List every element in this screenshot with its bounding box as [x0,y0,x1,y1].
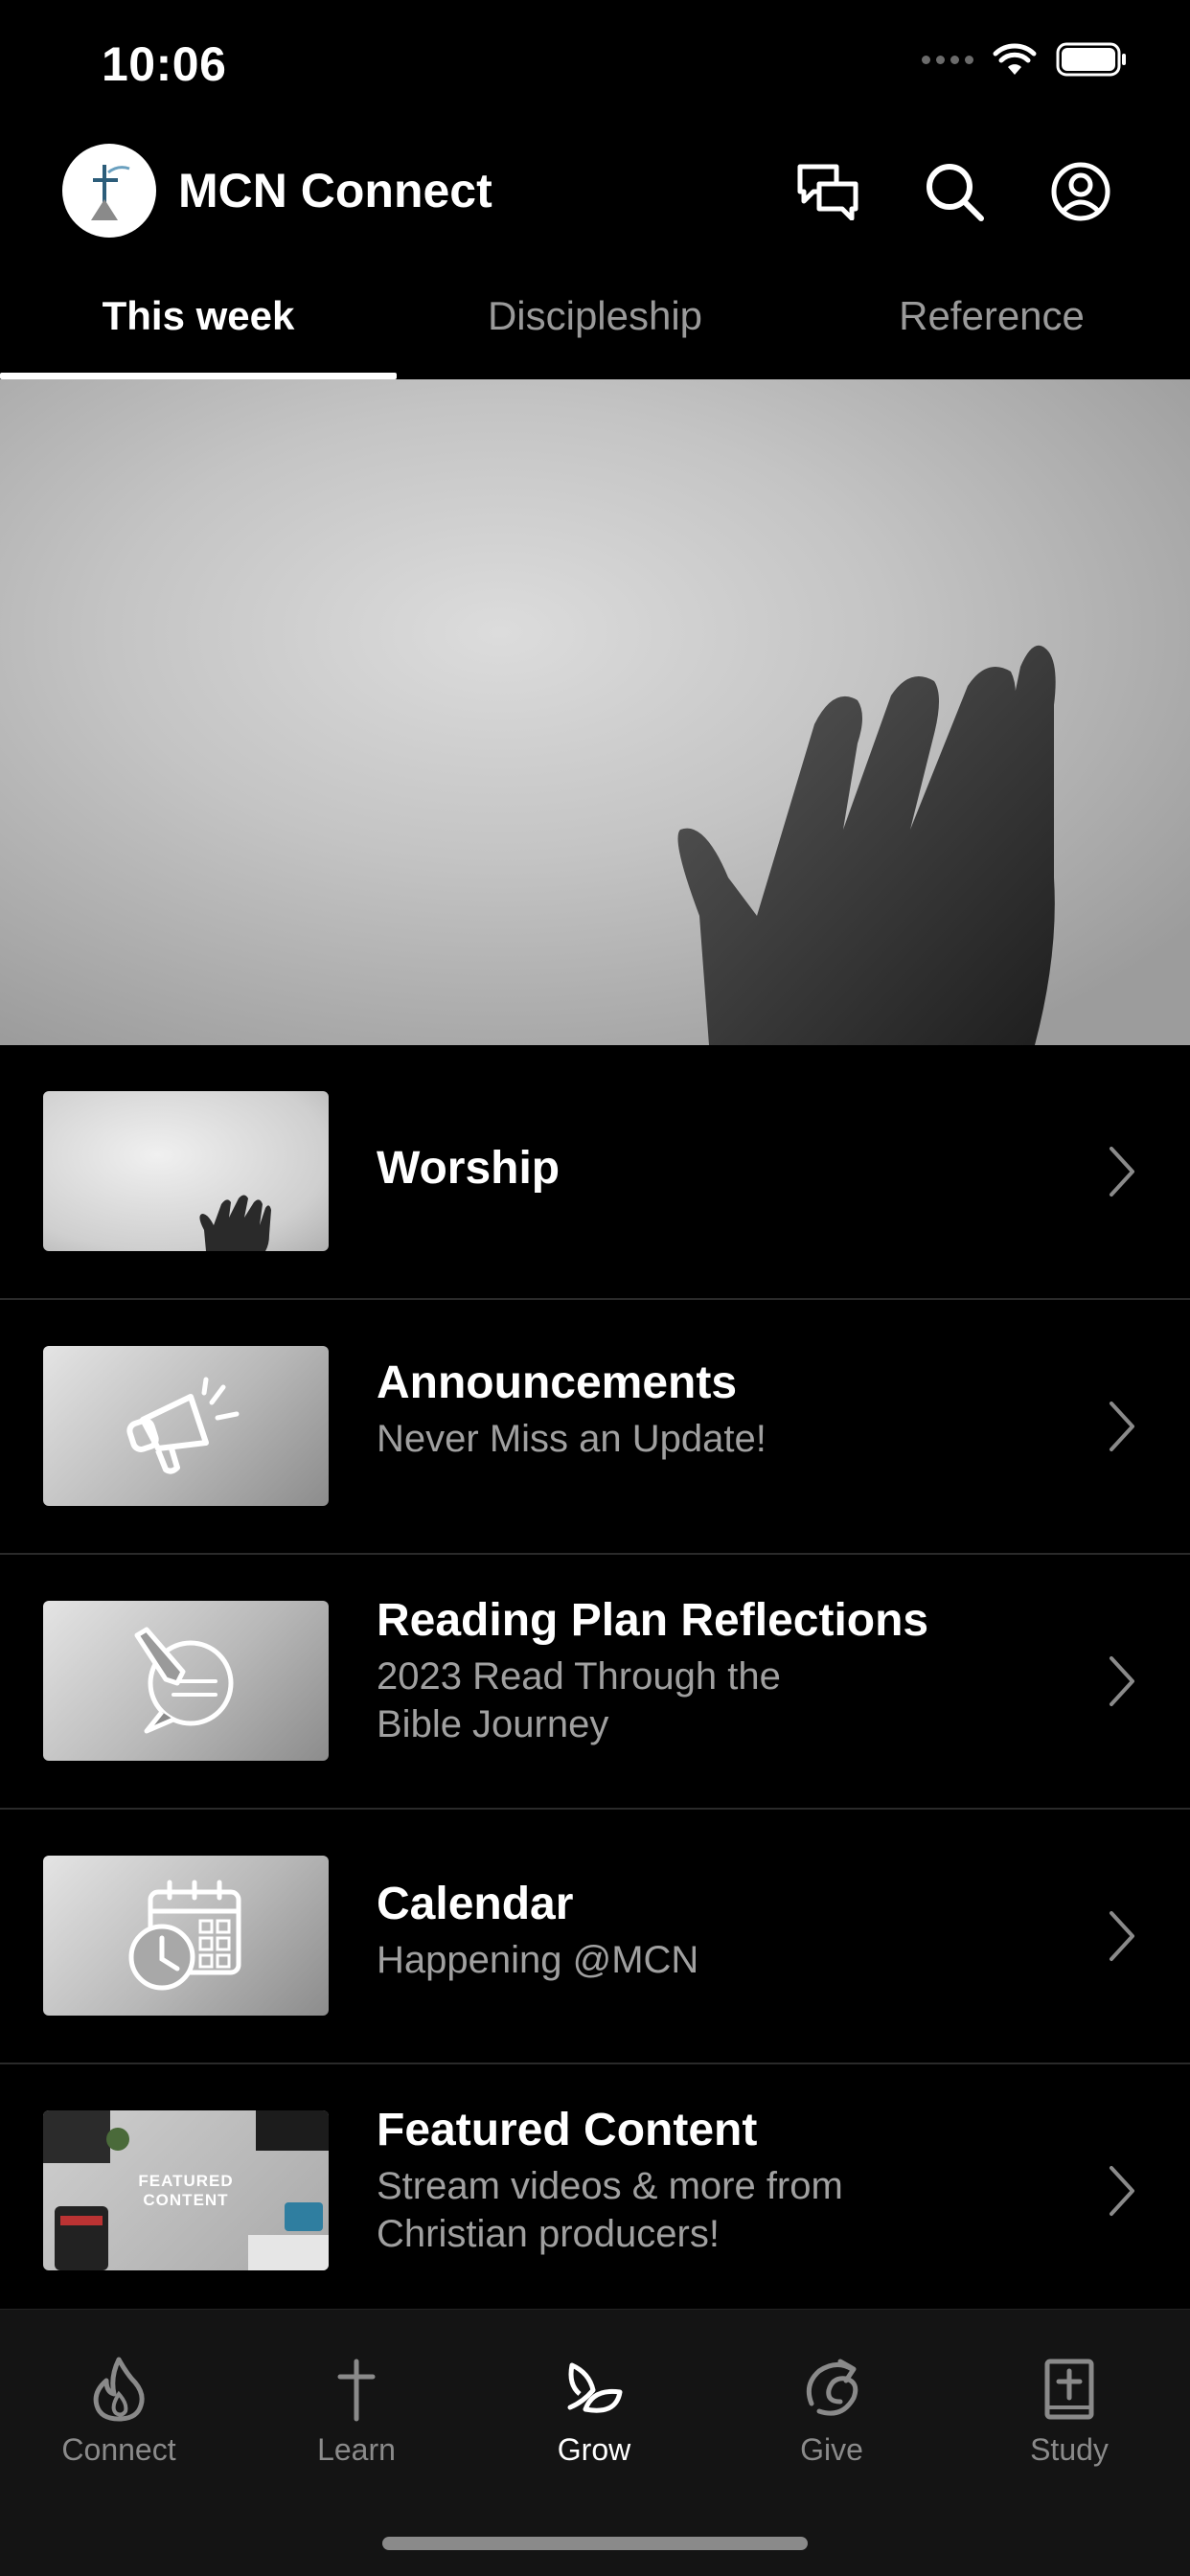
chevron-right-icon [1110,1656,1134,1706]
subtitle-line: Bible Journey [377,1703,609,1745]
chevron-right-icon [1110,1911,1134,1961]
tab-label: Reference [899,293,1085,338]
tabbar-item-learn[interactable]: Learn [238,2356,475,2468]
reading-plan-thumbnail [43,1601,329,1761]
tabbar-item-study[interactable]: Study [950,2356,1188,2468]
signal-icon [922,55,973,64]
subtitle-line: Christian producers! [377,2213,720,2255]
top-tabs: This week Discipleship Reference [0,278,1190,379]
tab-reference[interactable]: Reference [793,278,1190,379]
list-item-title: Reading Plan Reflections [377,1595,929,1646]
search-button[interactable] [918,155,991,228]
home-indicator[interactable] [382,2537,808,2550]
profile-button[interactable] [1044,155,1117,228]
hero-image[interactable] [0,379,1190,1045]
tabbar-label: Study [1030,2432,1109,2467]
announcements-thumbnail [43,1346,329,1506]
list-item-subtitle: Never Miss an Update! [377,1418,767,1460]
tabbar-item-give[interactable]: Give [713,2356,950,2468]
bible-icon [1044,2359,1094,2420]
list-item-title: Announcements [377,1357,738,1408]
status-bar: 10:06 [0,0,1190,129]
tab-discipleship[interactable]: Discipleship [397,278,793,379]
content-list: Worship Announcements Never Miss an Upda… [0,1045,1190,2319]
give-icon [806,2359,858,2416]
tabbar-label: Learn [317,2432,396,2467]
featured-thumb-label: FEATURED CONTENT [138,2172,233,2210]
chat-pencil-icon [134,1627,234,1733]
tab-this-week[interactable]: This week [0,278,397,379]
cross-icon [337,2359,376,2422]
tab-label: Discipleship [487,293,703,338]
tabbar-item-connect[interactable]: Connect [0,2356,238,2468]
flame-icon [93,2357,145,2422]
calendar-thumbnail [43,1856,329,2016]
tabbar-label: Connect [61,2432,176,2467]
wifi-icon [993,43,1037,75]
app-title: MCN Connect [178,164,492,217]
tabbar-item-grow[interactable]: Grow [475,2356,713,2468]
messages-button[interactable] [791,155,864,228]
chevron-right-icon [1110,1147,1134,1197]
list-item-calendar[interactable]: Calendar Happening @MCN [0,1810,1190,2064]
list-item-subtitle: Stream videos & more from Christian prod… [377,2162,951,2258]
tabbar-label: Give [800,2432,863,2467]
list-item-subtitle: 2023 Read Through the Bible Journey [377,1653,951,1748]
chat-bubbles-icon [797,164,858,220]
search-icon [927,164,984,221]
megaphone-icon [126,1377,240,1474]
list-item-subtitle: Happening @MCN [377,1939,699,1981]
app-header: MCN Connect [0,134,1190,249]
list-item-reading-plan[interactable]: Reading Plan Reflections 2023 Read Throu… [0,1555,1190,1810]
battery-icon [1056,42,1126,77]
chevron-right-icon [1110,2166,1134,2216]
user-circle-icon [1051,162,1110,221]
list-item-featured-content[interactable]: FEATURED CONTENT Featured Content Stream… [0,2064,1190,2319]
tab-label: This week [102,293,295,338]
calendar-clock-icon [128,1880,241,1990]
chevron-right-icon [1110,1402,1134,1451]
thumb-text-line: CONTENT [143,2190,229,2209]
status-icons [922,42,1129,77]
subtitle-line: Stream videos & more from [377,2165,843,2207]
sprout-icon [567,2362,623,2413]
active-tab-indicator [0,373,397,379]
list-item-announcements[interactable]: Announcements Never Miss an Update! [0,1300,1190,1555]
worship-thumbnail [43,1091,329,1251]
thumb-text-line: FEATURED [138,2171,234,2190]
list-item-title: Featured Content [377,2105,758,2155]
raised-hand-illustration [677,645,1056,1045]
church-logo[interactable] [62,144,156,238]
list-item-title: Calendar [377,1879,574,1929]
list-item-title: Worship [377,1143,561,1194]
tabbar-label: Grow [557,2432,631,2467]
featured-content-thumbnail: FEATURED CONTENT [43,2110,329,2270]
subtitle-line: 2023 Read Through the [377,1655,781,1698]
status-time: 10:06 [102,37,227,91]
list-item-worship[interactable]: Worship [0,1045,1190,1300]
